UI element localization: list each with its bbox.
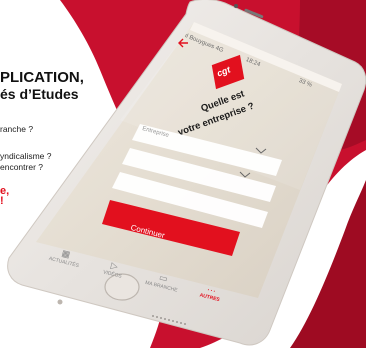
app-screen: ıl Bouygues 4G 18:24 33 % cgt Quelle est… [0, 0, 366, 348]
